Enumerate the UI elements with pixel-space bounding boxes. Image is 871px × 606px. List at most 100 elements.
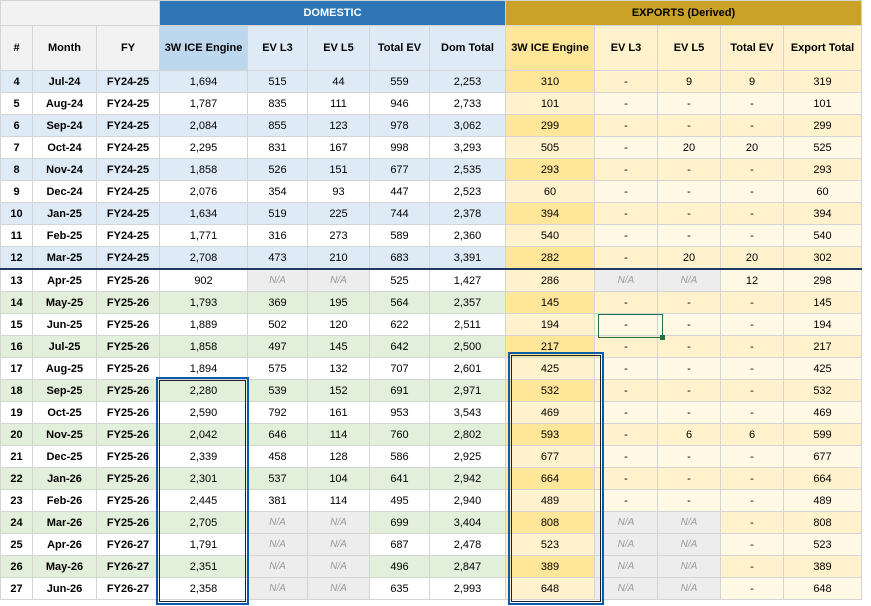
cell-exp-ev-l3[interactable]: N/A [594, 511, 658, 534]
cell-exp-ev-l3[interactable]: - [594, 379, 658, 402]
cell-exp-ice[interactable]: 293 [505, 158, 595, 181]
cell-exp-total-ev[interactable]: - [720, 202, 784, 225]
cell-exp-total[interactable]: 525 [783, 136, 862, 159]
cell-fy[interactable]: FY25-26 [96, 291, 160, 314]
cell-exp-ev-l5[interactable]: - [657, 224, 721, 247]
cell-fy[interactable]: FY25-26 [96, 268, 160, 292]
cell-dom-ev-l5[interactable]: 111 [307, 92, 370, 115]
cell-index[interactable]: 14 [0, 291, 33, 314]
cell-fy[interactable]: FY25-26 [96, 467, 160, 490]
cell-index[interactable]: 20 [0, 423, 33, 446]
cell-exp-ev-l5[interactable]: - [657, 92, 721, 115]
cell-dom-ev-l5[interactable]: 145 [307, 335, 370, 358]
cell-month[interactable]: Oct-25 [32, 401, 97, 424]
cell-dom-ev-l5[interactable]: 210 [307, 246, 370, 270]
cell-dom-ev-l5[interactable]: N/A [307, 555, 370, 578]
cell-exp-ev-l5[interactable]: 20 [657, 246, 721, 270]
cell-dom-ice[interactable]: 1,634 [159, 202, 248, 225]
cell-dom-total-ev[interactable]: 707 [369, 357, 430, 380]
cell-exp-ev-l3[interactable]: - [594, 70, 658, 93]
cell-dom-ice[interactable]: 2,358 [159, 577, 248, 600]
cell-index[interactable]: 18 [0, 379, 33, 402]
col-header-exp-ev-l3[interactable]: EV L3 [594, 25, 658, 71]
cell-index[interactable]: 13 [0, 268, 33, 292]
cell-index[interactable]: 25 [0, 533, 33, 556]
cell-exp-ev-l5[interactable]: - [657, 114, 721, 137]
cell-index[interactable]: 4 [0, 70, 33, 93]
cell-exp-total-ev[interactable]: - [720, 467, 784, 490]
cell-dom-total[interactable]: 3,391 [429, 246, 506, 270]
cell-fy[interactable]: FY25-26 [96, 335, 160, 358]
cell-exp-ev-l5[interactable]: - [657, 335, 721, 358]
cell-exp-ev-l5[interactable]: N/A [657, 577, 721, 600]
cell-exp-total[interactable]: 677 [783, 445, 862, 468]
cell-dom-total[interactable]: 2,802 [429, 423, 506, 446]
cell-exp-ev-l5[interactable]: N/A [657, 268, 721, 292]
cell-dom-total-ev[interactable]: 998 [369, 136, 430, 159]
cell-exp-total-ev[interactable]: 9 [720, 70, 784, 93]
cell-exp-ev-l3[interactable]: - [594, 136, 658, 159]
cell-exp-total[interactable]: 319 [783, 70, 862, 93]
cell-dom-ice[interactable]: 2,042 [159, 423, 248, 446]
cell-exp-ev-l5[interactable]: - [657, 158, 721, 181]
col-header-exp-ice[interactable]: 3W ICE Engine [505, 25, 595, 71]
cell-fy[interactable]: FY25-26 [96, 445, 160, 468]
cell-exp-ev-l3[interactable]: - [594, 180, 658, 203]
cell-dom-ev-l5[interactable]: N/A [307, 577, 370, 600]
cell-exp-total-ev[interactable]: - [720, 180, 784, 203]
cell-dom-total-ev[interactable]: 946 [369, 92, 430, 115]
cell-exp-ice[interactable]: 394 [505, 202, 595, 225]
col-header-dom-total[interactable]: Dom Total [429, 25, 506, 71]
cell-dom-ev-l3[interactable]: 515 [247, 70, 308, 93]
cell-index[interactable]: 16 [0, 335, 33, 358]
cell-dom-total-ev[interactable]: 677 [369, 158, 430, 181]
cell-dom-ev-l3[interactable]: 519 [247, 202, 308, 225]
cell-exp-ev-l5[interactable]: 20 [657, 136, 721, 159]
cell-exp-ev-l3[interactable]: - [594, 489, 658, 512]
cell-exp-ice[interactable]: 310 [505, 70, 595, 93]
cell-exp-ev-l5[interactable]: - [657, 180, 721, 203]
cell-fy[interactable]: FY24-25 [96, 246, 160, 270]
cell-dom-ev-l5[interactable]: 151 [307, 158, 370, 181]
cell-dom-ice[interactable]: 1,889 [159, 313, 248, 336]
cell-fy[interactable]: FY24-25 [96, 92, 160, 115]
cell-month[interactable]: Aug-25 [32, 357, 97, 380]
cell-exp-total[interactable]: 532 [783, 379, 862, 402]
cell-exp-ev-l3[interactable]: - [594, 224, 658, 247]
cell-exp-ev-l3[interactable]: N/A [594, 533, 658, 556]
col-header-index[interactable]: # [0, 25, 33, 71]
cell-fy[interactable]: FY26-27 [96, 533, 160, 556]
cell-exp-total[interactable]: 217 [783, 335, 862, 358]
cell-exp-total-ev[interactable]: - [720, 92, 784, 115]
cell-exp-ice[interactable]: 664 [505, 467, 595, 490]
cell-dom-ice[interactable]: 2,339 [159, 445, 248, 468]
cell-dom-total[interactable]: 2,478 [429, 533, 506, 556]
cell-dom-ev-l3[interactable]: 354 [247, 180, 308, 203]
cell-dom-total[interactable]: 3,404 [429, 511, 506, 534]
cell-month[interactable]: Jul-25 [32, 335, 97, 358]
cell-month[interactable]: Aug-24 [32, 92, 97, 115]
cell-exp-total-ev[interactable]: - [720, 489, 784, 512]
cell-dom-ice[interactable]: 1,793 [159, 291, 248, 314]
cell-exp-ice[interactable]: 389 [505, 555, 595, 578]
cell-exp-ev-l3[interactable]: N/A [594, 268, 658, 292]
cell-month[interactable]: May-25 [32, 291, 97, 314]
cell-dom-total-ev[interactable]: 691 [369, 379, 430, 402]
cell-month[interactable]: Dec-24 [32, 180, 97, 203]
cell-exp-ev-l3[interactable]: - [594, 357, 658, 380]
cell-exp-ice[interactable]: 145 [505, 291, 595, 314]
cell-month[interactable]: Feb-25 [32, 224, 97, 247]
cell-dom-total-ev[interactable]: 760 [369, 423, 430, 446]
col-header-exp-ev-l5[interactable]: EV L5 [657, 25, 721, 71]
cell-exp-ev-l5[interactable]: - [657, 291, 721, 314]
cell-dom-ev-l3[interactable]: 381 [247, 489, 308, 512]
cell-dom-total[interactable]: 2,360 [429, 224, 506, 247]
cell-exp-total-ev[interactable]: - [720, 511, 784, 534]
cell-exp-total-ev[interactable]: - [720, 335, 784, 358]
cell-exp-ice[interactable]: 299 [505, 114, 595, 137]
cell-dom-ev-l3[interactable]: 316 [247, 224, 308, 247]
cell-dom-ev-l3[interactable]: 526 [247, 158, 308, 181]
cell-exp-total-ev[interactable]: - [720, 379, 784, 402]
cell-dom-ev-l3[interactable]: 539 [247, 379, 308, 402]
cell-dom-ev-l3[interactable]: N/A [247, 555, 308, 578]
